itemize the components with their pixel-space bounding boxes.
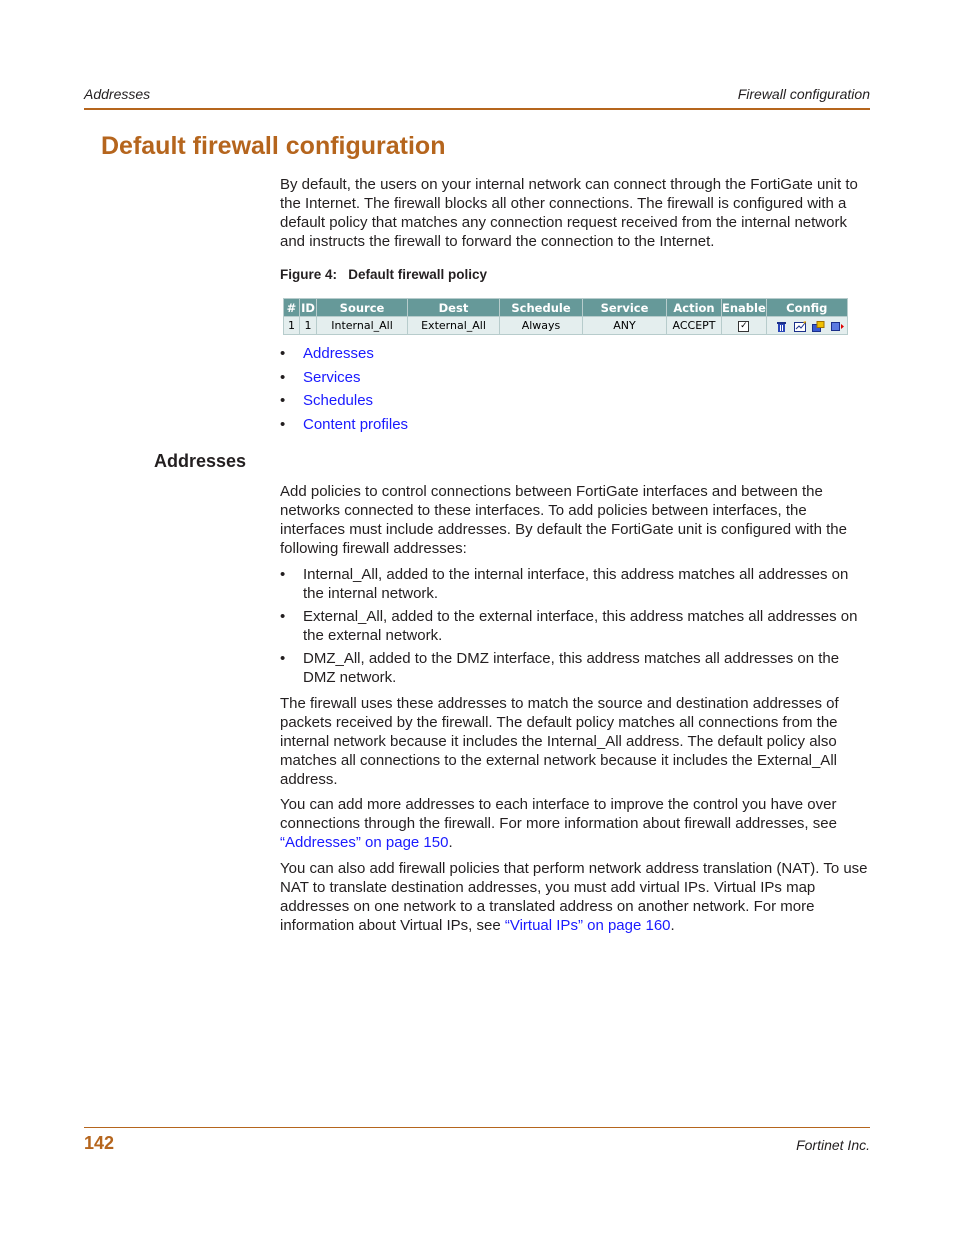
cell-source: Internal_All: [316, 316, 408, 335]
figure-link-list: • Addresses • Services • Schedules • Content…: [280, 344, 870, 438]
delete-icon[interactable]: [775, 321, 788, 332]
cell-enable: ✓: [721, 316, 767, 335]
insert-policy-icon[interactable]: [812, 320, 825, 332]
col-header-id: ID: [299, 298, 317, 317]
cell-action: ACCEPT: [666, 316, 722, 335]
list-item: • DMZ_All, added to the DMZ interface, th…: [280, 649, 870, 687]
list-item: • Schedules: [280, 391, 870, 415]
cell-num: 1: [283, 316, 300, 335]
link-schedules[interactable]: Schedules: [303, 392, 373, 409]
col-header-num: #: [283, 298, 300, 317]
list-item: • Internal_All, added to the internal int…: [280, 565, 870, 603]
page-title: Default firewall configuration: [101, 132, 446, 160]
header-rule: [84, 108, 870, 110]
col-header-config: Config: [765, 298, 848, 317]
table-row: 1 1 Internal_All External_All Always ANY…: [283, 316, 848, 335]
bullet: •: [280, 392, 286, 409]
cell-service: ANY: [582, 316, 667, 335]
firewall-policy-table: # ID Source Dest Schedule Service Action…: [283, 298, 848, 335]
list-item: • Content profiles: [280, 415, 870, 439]
link-services[interactable]: Services: [303, 369, 361, 386]
list-item: • Addresses: [280, 344, 870, 368]
col-header-service: Service: [582, 298, 667, 317]
edit-icon[interactable]: [793, 320, 807, 332]
bullet: •: [280, 415, 286, 433]
addresses-paragraph-2: The firewall uses these addresses to mat…: [280, 695, 839, 788]
col-header-schedule: Schedule: [499, 298, 583, 317]
page-number: 142: [84, 1133, 115, 1153]
table-header-row: # ID Source Dest Schedule Service Action…: [283, 298, 848, 317]
xref-virtual-ips-page-160[interactable]: “Virtual IPs” on page 160: [505, 917, 671, 934]
address-bullet-list: • Internal_All, added to the internal int…: [280, 565, 870, 687]
intro-paragraph: By default, the users on your internal n…: [280, 176, 858, 250]
footer-company: Fortinet Inc.: [796, 1137, 870, 1153]
addresses-intro-paragraph: Add policies to control connections betw…: [280, 483, 847, 557]
bullet-text: DMZ_All, added to the DMZ interface, thi…: [303, 650, 840, 686]
footer-rule: [84, 1127, 870, 1128]
bullet: •: [280, 566, 286, 583]
running-header-section: Addresses: [84, 86, 151, 102]
cell-config: [765, 316, 848, 335]
col-header-enable: Enable: [721, 298, 767, 317]
link-addresses[interactable]: Addresses: [303, 345, 374, 362]
list-item: • External_All, added to the external int…: [280, 607, 870, 645]
addresses-paragraph-3: You can add more addresses to each inter…: [280, 795, 870, 852]
p4-end: .: [670, 917, 675, 934]
cell-schedule: Always: [499, 316, 583, 335]
figure-caption: Figure 4: Default firewall policy: [280, 267, 488, 282]
col-header-source: Source: [316, 298, 408, 317]
link-content-profiles[interactable]: Content profiles: [303, 416, 408, 433]
col-header-action: Action: [666, 298, 722, 317]
p3-end: .: [448, 834, 453, 851]
xref-addresses-page-150[interactable]: “Addresses” on page 150: [280, 834, 448, 851]
running-header-chapter: Firewall configuration: [737, 86, 870, 102]
move-icon[interactable]: [830, 321, 844, 332]
bullet-text: External_All, added to the external inte…: [303, 608, 858, 644]
list-item: • Services: [280, 368, 870, 392]
bullet: •: [280, 368, 286, 386]
bullet: •: [280, 608, 286, 625]
bullet: •: [280, 650, 286, 667]
section-heading: Addresses: [154, 451, 247, 471]
col-header-dest: Dest: [407, 298, 500, 317]
cell-dest: External_All: [407, 316, 500, 335]
enable-checkbox[interactable]: ✓: [738, 320, 750, 332]
cell-id: 1: [299, 316, 317, 335]
bullet-text: Internal_All, added to the internal inte…: [303, 566, 849, 602]
p3-text: You can add more addresses to each inter…: [280, 796, 837, 832]
addresses-paragraph-4: You can also add firewall policies that …: [280, 859, 870, 935]
bullet: •: [280, 345, 286, 362]
